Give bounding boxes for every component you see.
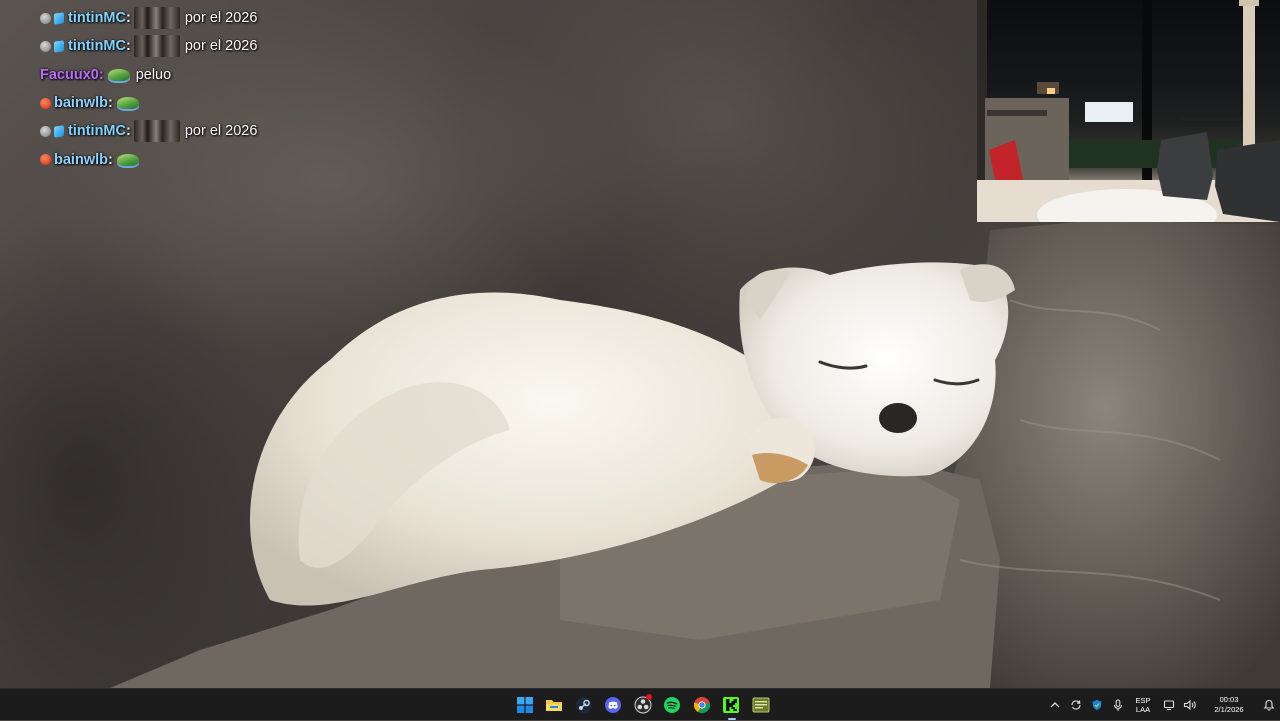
chat-username: tintinMC	[68, 123, 126, 140]
recording-badge-icon	[645, 694, 652, 700]
spotify-icon	[664, 697, 681, 713]
moderator-badge-icon	[40, 125, 51, 137]
notepad-button[interactable]	[746, 689, 776, 721]
steam-button[interactable]	[569, 689, 599, 721]
kick-button[interactable]	[717, 689, 747, 721]
windows-taskbar: ESP LAA 00:03 2/1/2026	[0, 688, 1280, 720]
chat-text: peluo	[135, 66, 172, 83]
discord-icon	[605, 697, 622, 713]
sync-tray-button[interactable]	[1065, 689, 1086, 721]
webcam-scene-image	[977, 0, 1280, 222]
face-emote-icon	[133, 120, 180, 143]
clock-date: 2/1/2026	[1214, 705, 1244, 714]
stream-chat-overlay: tintinMC: por el 2026 tintinMC: por el 2…	[40, 4, 257, 174]
obs-button[interactable]	[628, 689, 658, 721]
chat-username: bainwlb	[54, 95, 108, 112]
volume-tray-button[interactable]	[1179, 689, 1200, 721]
webcam-overlay	[977, 0, 1280, 222]
chat-message: tintinMC: por el 2026	[40, 32, 257, 60]
leaf-emote-icon	[107, 68, 130, 81]
kick-icon	[723, 697, 740, 713]
input-language-button[interactable]: ESP LAA	[1128, 689, 1158, 721]
display-network-icon	[1163, 700, 1174, 711]
face-emote-icon	[133, 35, 180, 58]
chat-message: tintinMC: por el 2026	[40, 117, 257, 145]
taskbar-pinned-apps	[510, 689, 776, 721]
chrome-icon	[693, 697, 710, 714]
notification-bell-icon	[1263, 699, 1275, 711]
vip-badge-icon	[40, 97, 51, 109]
vip-badge-icon	[40, 154, 51, 166]
chat-username: tintinMC	[68, 38, 126, 55]
subscriber-badge-icon	[54, 40, 64, 53]
chat-username: bainwlb	[54, 151, 108, 168]
sync-icon	[1070, 700, 1081, 710]
language-code: ESP	[1135, 696, 1151, 705]
steam-icon	[575, 697, 592, 713]
chat-username: tintinMC	[68, 10, 126, 27]
chat-message: Facuux0: peluo	[40, 66, 172, 83]
chevron-up-icon	[1050, 702, 1059, 708]
leaf-emote-icon	[116, 153, 139, 166]
security-tray-button[interactable]	[1086, 689, 1107, 721]
chat-text: por el 2026	[184, 123, 258, 140]
discord-button[interactable]	[599, 689, 629, 721]
face-emote-icon	[133, 7, 180, 30]
chat-message: tintinMC: por el 2026	[40, 4, 257, 32]
show-hidden-icons-button[interactable]	[1044, 689, 1065, 721]
clock-button[interactable]: 00:03 2/1/2026	[1200, 689, 1258, 721]
chat-message: bainwlb:	[40, 145, 257, 173]
chat-message: bainwlb:	[40, 89, 257, 117]
file-explorer-icon	[546, 700, 563, 711]
chat-username: Facuux0	[40, 66, 99, 83]
subscriber-badge-icon	[54, 11, 64, 25]
subscriber-badge-icon	[54, 125, 64, 138]
windows-start-icon	[516, 697, 533, 713]
chat-text: por el 2026	[184, 10, 258, 27]
start-button[interactable]	[510, 689, 540, 721]
notifications-button[interactable]	[1258, 689, 1280, 721]
keyboard-layout: LAA	[1135, 705, 1151, 714]
shield-icon	[1092, 700, 1101, 710]
network-tray-button[interactable]	[1158, 689, 1179, 721]
spotify-button[interactable]	[658, 689, 688, 721]
file-explorer-button[interactable]	[540, 689, 570, 721]
speaker-icon	[1183, 699, 1196, 711]
system-tray: ESP LAA 00:03 2/1/2026	[1044, 689, 1280, 721]
clock-time: 00:03	[1219, 695, 1239, 704]
chrome-button[interactable]	[687, 689, 717, 721]
notepad-icon	[752, 697, 770, 713]
moderator-badge-icon	[40, 40, 51, 52]
leaf-emote-icon	[116, 97, 139, 110]
moderator-badge-icon	[40, 12, 51, 24]
microphone-icon	[1113, 698, 1122, 711]
chat-text: por el 2026	[184, 38, 258, 55]
microphone-tray-button[interactable]	[1107, 689, 1128, 721]
